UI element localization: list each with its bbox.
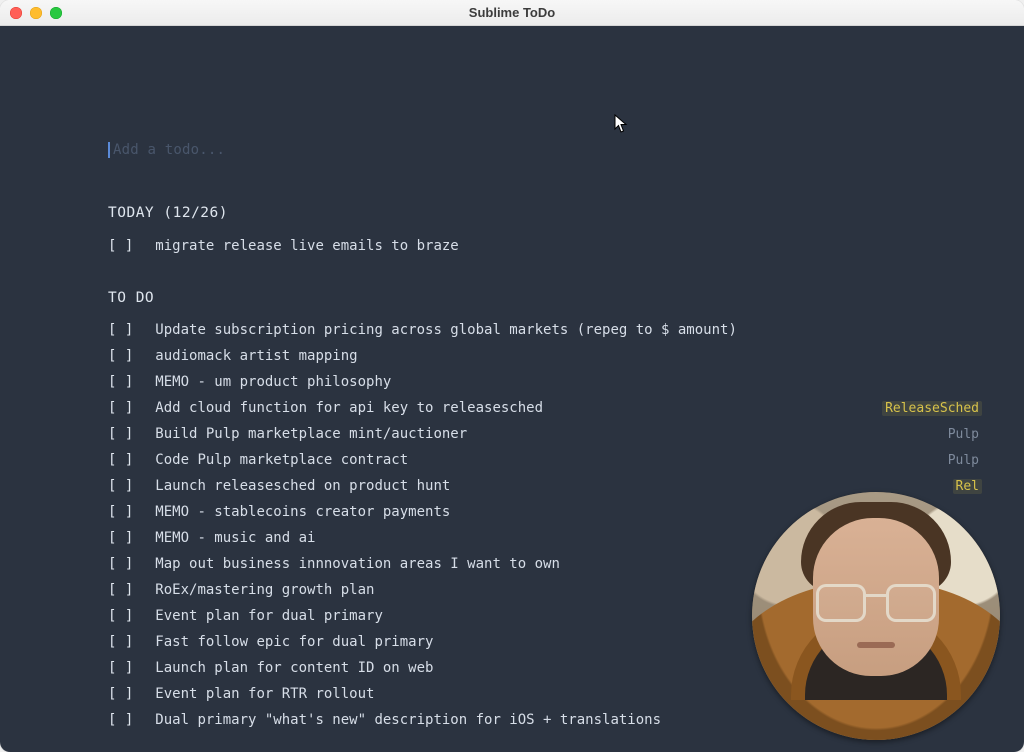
glasses-bridge (866, 594, 886, 597)
checkbox-icon[interactable]: [ ] (108, 479, 133, 493)
checkbox-icon[interactable]: [ ] (108, 713, 133, 727)
todo-row[interactable]: [ ] Add cloud function for api key to rel… (108, 401, 994, 415)
todo-text: migrate release live emails to braze (155, 239, 458, 253)
todo-text: Build Pulp marketplace mint/auctioner (155, 427, 467, 441)
lens-right (886, 584, 936, 622)
todo-text: Map out business innnovation areas I wan… (155, 557, 560, 571)
checkbox-icon[interactable]: [ ] (108, 453, 133, 467)
section-heading-todo: TO DO (108, 291, 994, 306)
checkbox-icon[interactable]: [ ] (108, 583, 133, 597)
checkbox-icon[interactable]: [ ] (108, 239, 133, 253)
todo-text: Launch plan for content ID on web (155, 661, 433, 675)
todo-row[interactable]: [ ] Update subscription pricing across gl… (108, 323, 994, 337)
checkbox-icon[interactable]: [ ] (108, 505, 133, 519)
checkbox-icon[interactable]: [ ] (108, 531, 133, 545)
close-icon[interactable] (10, 7, 22, 19)
todo-text: Add cloud function for api key to releas… (155, 401, 543, 415)
webcam-overlay[interactable] (752, 492, 1000, 740)
mouse-cursor-icon (614, 114, 628, 134)
editor-pane[interactable]: Add a todo... TODAY (12/26) [ ] migrate r… (0, 26, 1024, 752)
app-window: Sublime ToDo Add a todo... TODAY (12/26)… (0, 0, 1024, 752)
todo-row[interactable]: [ ] audiomack artist mapping (108, 349, 994, 363)
todo-text: Event plan for RTR rollout (155, 687, 374, 701)
todo-text: Launch releasesched on product hunt (155, 479, 450, 493)
todo-tag[interactable]: Pulp (945, 427, 982, 442)
text-caret-icon (108, 142, 110, 158)
checkbox-icon[interactable]: [ ] (108, 609, 133, 623)
todo-text: MEMO - um product philosophy (155, 375, 391, 389)
checkbox-icon[interactable]: [ ] (108, 427, 133, 441)
checkbox-icon[interactable]: [ ] (108, 687, 133, 701)
todo-text: Event plan for dual primary (155, 609, 383, 623)
lens-left (816, 584, 866, 622)
titlebar[interactable]: Sublime ToDo (0, 0, 1024, 26)
checkbox-icon[interactable]: [ ] (108, 557, 133, 571)
checkbox-icon[interactable]: [ ] (108, 323, 133, 337)
section-heading-today: TODAY (12/26) (108, 206, 994, 221)
checkbox-icon[interactable]: [ ] (108, 375, 133, 389)
minimize-icon[interactable] (30, 7, 42, 19)
todo-text: Update subscription pricing across globa… (155, 323, 737, 337)
todo-row[interactable]: [ ] Build Pulp marketplace mint/auctioner… (108, 427, 994, 441)
glasses-icon (816, 584, 936, 622)
todo-tag[interactable]: Pulp (945, 453, 982, 468)
todo-row[interactable]: [ ] MEMO - um product philosophy (108, 375, 994, 389)
checkbox-icon[interactable]: [ ] (108, 635, 133, 649)
todo-row[interactable]: [ ] migrate release live emails to braze (108, 239, 994, 253)
today-list: [ ] migrate release live emails to braze (108, 239, 994, 253)
todo-text: Code Pulp marketplace contract (155, 453, 408, 467)
todo-text: Dual primary "what's new" description fo… (155, 713, 661, 727)
checkbox-icon[interactable]: [ ] (108, 401, 133, 415)
add-todo-input[interactable]: Add a todo... (108, 142, 994, 158)
todo-text: RoEx/mastering growth plan (155, 583, 374, 597)
checkbox-icon[interactable]: [ ] (108, 661, 133, 675)
todo-text: MEMO - music and ai (155, 531, 315, 545)
todo-tag[interactable]: ReleaseSched (882, 401, 982, 416)
todo-text: audiomack artist mapping (155, 349, 357, 363)
todo-text: MEMO - stablecoins creator payments (155, 505, 450, 519)
avatar-mouth (857, 642, 895, 648)
todo-row[interactable]: [ ]Launch releasesched on product huntRe… (108, 479, 994, 493)
todo-row[interactable]: [ ] Code Pulp marketplace contract Pulp (108, 453, 994, 467)
maximize-icon[interactable] (50, 7, 62, 19)
checkbox-icon[interactable]: [ ] (108, 349, 133, 363)
add-todo-placeholder: Add a todo... (113, 143, 225, 157)
todo-text: Fast follow epic for dual primary (155, 635, 433, 649)
traffic-lights (10, 7, 62, 19)
window-title: Sublime ToDo (469, 5, 555, 20)
